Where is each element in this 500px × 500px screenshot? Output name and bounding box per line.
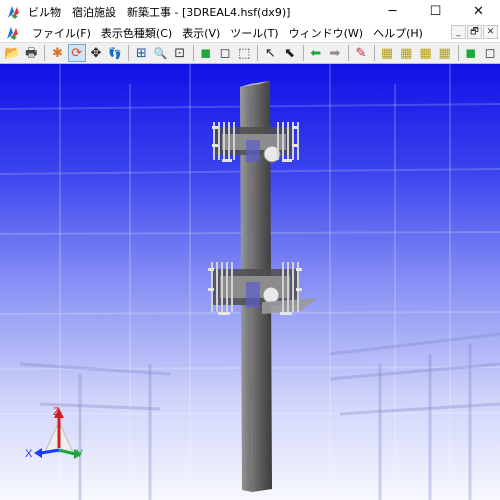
cube-hidden-icon[interactable]: ⬚ xyxy=(235,44,253,62)
z-axis-label: Z xyxy=(53,406,60,418)
x-axis-arrow-icon xyxy=(34,448,42,458)
document-icon[interactable] xyxy=(5,25,21,41)
window-title: ビル物 宿泊施設 新築工事 - [3DREAL4.hsf(dx9)] xyxy=(28,5,291,19)
minimize-button[interactable]: ─ xyxy=(371,0,414,23)
print-icon[interactable]: 🖶 xyxy=(22,44,40,62)
toolbar-separator xyxy=(302,45,304,61)
select-arrow-icon[interactable]: ↖ xyxy=(261,44,279,62)
menu-view[interactable]: 表示(V) xyxy=(177,25,225,41)
lower-beam-joint xyxy=(208,262,318,315)
layer-grid-1-icon[interactable]: ▦ xyxy=(378,44,396,62)
cube-green-icon[interactable]: ◼ xyxy=(462,44,480,62)
open-icon[interactable]: 📂 xyxy=(3,44,21,62)
layer-grid-4-icon[interactable]: ▦ xyxy=(436,44,454,62)
title-bar: ビル物 宿泊施設 新築工事 - [3DREAL4.hsf(dx9)] ─ ☐ ✕ xyxy=(0,0,500,23)
menu-bar: ファイル(F) 表示色種類(C) 表示(V) ツール(T) ウィンドウ(W) ヘ… xyxy=(0,23,500,42)
measure-icon[interactable]: ✎ xyxy=(352,44,370,62)
walk-icon[interactable]: 👣 xyxy=(106,44,124,62)
menu-display-color[interactable]: 表示色種類(C) xyxy=(96,25,177,41)
pan-icon[interactable]: ✥ xyxy=(87,44,105,62)
toolbar-separator xyxy=(347,45,349,61)
3d-viewport[interactable]: Z X Y xyxy=(0,64,500,500)
maximize-button[interactable]: ☐ xyxy=(414,0,457,23)
grid-icon[interactable]: ⊞ xyxy=(132,44,150,62)
rotate-icon[interactable]: ⟳ xyxy=(67,44,86,62)
upper-beam-joint xyxy=(212,122,299,163)
zoom-window-icon[interactable]: ⊡ xyxy=(171,44,189,62)
cube-wire-icon[interactable]: ◻ xyxy=(216,44,234,62)
x-axis-label: X xyxy=(25,448,33,460)
toolbar-separator xyxy=(374,45,375,61)
mdi-restore-button[interactable]: 🗗 xyxy=(467,25,482,39)
menu-help[interactable]: ヘルプ(H) xyxy=(368,25,428,41)
menu-file[interactable]: ファイル(F) xyxy=(27,25,96,41)
toolbar-separator xyxy=(457,45,459,61)
layer-grid-3-icon[interactable]: ▦ xyxy=(416,44,434,62)
toolbar-separator xyxy=(192,45,194,61)
cube-outline-icon[interactable]: ◻ xyxy=(481,44,499,62)
menu-window[interactable]: ウィンドウ(W) xyxy=(284,25,368,41)
select-box-icon[interactable]: ⬉ xyxy=(280,44,298,62)
toolbar-separator xyxy=(44,45,46,61)
menu-tools[interactable]: ツール(T) xyxy=(225,25,283,41)
zoom-in-icon[interactable]: 🔍 xyxy=(151,44,169,62)
layer-grid-2-icon[interactable]: ▦ xyxy=(397,44,415,62)
toolbar-separator xyxy=(128,45,130,61)
forward-arrow-icon[interactable]: ➡ xyxy=(326,44,344,62)
paint-icon[interactable]: ✱ xyxy=(48,44,66,62)
close-button[interactable]: ✕ xyxy=(457,0,500,23)
app-logo-icon xyxy=(6,4,22,20)
cube-solid-icon[interactable]: ◼ xyxy=(197,44,215,62)
toolbar-separator xyxy=(257,45,259,61)
y-axis-label: Y xyxy=(76,448,84,460)
toolbar: 📂 🖶 ✱ ⟳ ✥ 👣 ⊞ 🔍 ⊡ ◼ ◻ ⬚ ↖ ⬉ ⬅ ➡ ✎ ▦ ▦ ▦ … xyxy=(0,42,500,64)
3d-model-scene: Z X Y xyxy=(0,64,500,500)
x-axis-line xyxy=(40,448,60,455)
back-arrow-icon[interactable]: ⬅ xyxy=(307,44,325,62)
mdi-minimize-button[interactable]: _ xyxy=(451,25,466,39)
mdi-close-button[interactable]: ✕ xyxy=(483,25,498,39)
